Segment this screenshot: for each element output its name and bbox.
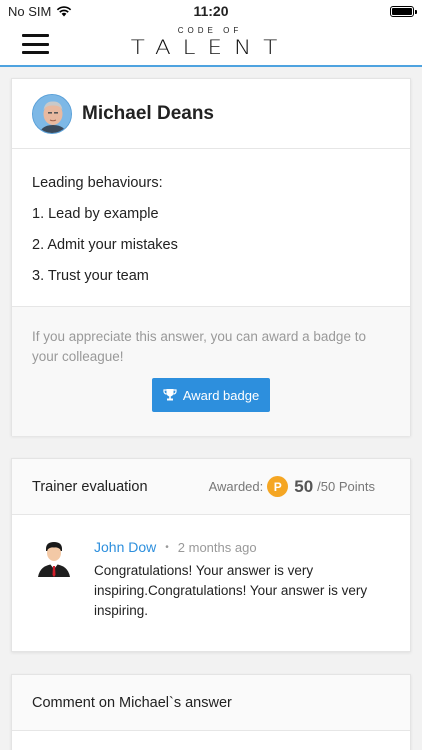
- award-badge-button[interactable]: Award badge: [152, 378, 270, 412]
- trainer-comment: John Dow • 2 months ago Congratulations!…: [12, 515, 410, 621]
- trainer-evaluation-card: Trainer evaluation Awarded: P 50 /50 Poi…: [11, 458, 411, 652]
- comment-author-link[interactable]: John Dow: [94, 539, 156, 555]
- award-badge-label: Award badge: [182, 387, 260, 403]
- answer-line: 2. Admit your mistakes: [32, 237, 178, 253]
- brand-logo-main: TALENT: [130, 36, 290, 60]
- separator-dot: •: [165, 541, 169, 553]
- hamburger-menu-icon[interactable]: [22, 34, 49, 54]
- comment-meta: John Dow • 2 months ago: [94, 539, 384, 555]
- badge-section: If you appreciate this answer, you can a…: [12, 307, 410, 436]
- trophy-icon: [163, 389, 177, 401]
- answer-line: 3. Trust your team: [32, 268, 149, 284]
- comment-card-header: Comment on Michael`s answer: [12, 675, 410, 731]
- trainer-evaluation-title: Trainer evaluation: [32, 478, 148, 495]
- comment-text: Congratulations! Your answer is very ins…: [94, 563, 368, 618]
- score-suffix: /50 Points: [317, 479, 375, 494]
- answer-line: Leading behaviours:: [32, 175, 163, 191]
- comment-card-title: Comment on Michael`s answer: [32, 694, 232, 711]
- status-bar: No SIM 11:20: [0, 0, 422, 22]
- answer-header: Michael Deans: [12, 79, 410, 149]
- awarded-score: Awarded: P 50 /50 Points: [209, 476, 375, 497]
- battery-icon: [390, 5, 417, 17]
- carrier-label: No SIM: [8, 3, 52, 19]
- wifi-icon: [57, 6, 72, 17]
- score-value: 50: [294, 476, 314, 496]
- trainer-evaluation-header: Trainer evaluation Awarded: P 50 /50 Poi…: [12, 459, 410, 515]
- brand-logo-top: CODE OF: [177, 26, 243, 35]
- avatar: [32, 93, 72, 134]
- answer-line: 1. Lead by example: [32, 206, 159, 222]
- answer-card: Michael Deans Leading behaviours: 1. Lea…: [11, 78, 411, 436]
- answer-author-name: Michael Deans: [82, 102, 214, 124]
- appreciate-text: If you appreciate this answer, you can a…: [32, 329, 366, 364]
- app-header: CODE OF TALENT: [0, 22, 422, 67]
- commenter-avatar-image: [38, 542, 70, 577]
- points-coin-icon: P: [267, 476, 289, 497]
- status-left: No SIM: [8, 4, 72, 19]
- comment-card: Comment on Michael`s answer: [11, 674, 411, 750]
- answer-body: Leading behaviours: 1. Lead by example 2…: [12, 149, 410, 307]
- brand-logo: CODE OF TALENT: [110, 26, 310, 60]
- user-avatar-image: [33, 94, 71, 133]
- awarded-label: Awarded:: [208, 479, 264, 494]
- comment-timestamp: 2 months ago: [177, 539, 257, 555]
- commenter-avatar: [34, 539, 74, 579]
- comment-body: John Dow • 2 months ago Congratulations!…: [94, 539, 384, 621]
